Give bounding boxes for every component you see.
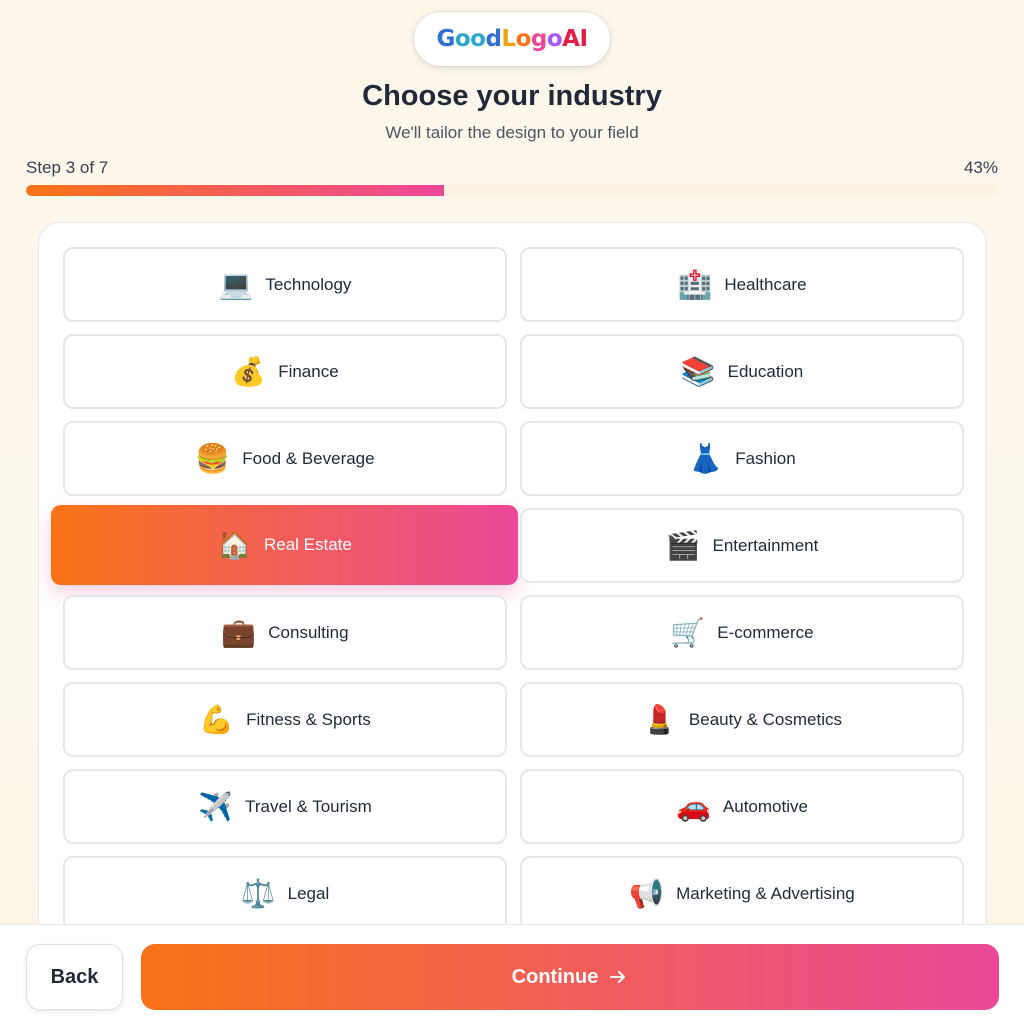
industry-option-education[interactable]: 📚 Education (520, 334, 964, 409)
industry-option-finance[interactable]: 💰 Finance (63, 334, 507, 409)
industry-option-fashion[interactable]: 👗 Fashion (520, 421, 964, 496)
industry-label: Beauty & Cosmetics (688, 709, 842, 729)
industry-emoji-icon: ✈️ (198, 789, 234, 823)
industry-option-fitness-sports[interactable]: 💪 Fitness & Sports (63, 682, 507, 757)
industry-label: Fitness & Sports (246, 709, 371, 729)
industry-emoji-icon: 🎬 (665, 528, 701, 562)
industry-label: Consulting (268, 622, 349, 642)
industry-label: Travel & Tourism (245, 796, 372, 816)
industry-option-real-estate[interactable]: 🏠 Real Estate (51, 505, 518, 585)
goodlogoai-logo: GoodLogoAI (436, 26, 588, 52)
industry-option-legal[interactable]: ⚖️ Legal (63, 856, 507, 931)
industry-emoji-icon: 📢 (629, 876, 665, 910)
industry-emoji-icon: 🏠 (217, 528, 252, 561)
industry-label: Finance (278, 361, 339, 381)
step-indicator: Step 3 of 7 (26, 158, 109, 177)
industry-label: Legal (287, 883, 330, 903)
industry-emoji-icon: 🏥 (677, 267, 713, 301)
industry-label: Automotive (722, 796, 808, 816)
industry-option-marketing-advertising[interactable]: 📢 Marketing & Advertising (520, 856, 964, 931)
industry-label: Healthcare (724, 274, 807, 294)
industry-emoji-icon: 💄 (642, 702, 677, 736)
industry-option-food-beverage[interactable]: 🍔 Food & Beverage (63, 421, 507, 496)
industry-emoji-icon: 📚 (680, 354, 716, 388)
industry-option-healthcare[interactable]: 🏥 Healthcare (520, 247, 964, 322)
industry-label: Fashion (735, 448, 796, 468)
industry-label: Technology (265, 274, 352, 294)
industry-label: Real Estate (263, 535, 352, 554)
industry-label: Marketing & Advertising (676, 883, 855, 903)
progress-fill (26, 185, 444, 196)
industry-option-e-commerce[interactable]: 🛒 E-commerce (520, 595, 964, 670)
industry-emoji-icon: 🛒 (670, 615, 706, 649)
industry-option-automotive[interactable]: 🚗 Automotive (520, 769, 964, 844)
progress-bar (26, 185, 998, 196)
logo-badge: GoodLogoAI (414, 12, 610, 66)
industry-label: E-commerce (717, 622, 814, 642)
continue-label: Continue (511, 965, 599, 988)
industry-emoji-icon: ⚖️ (240, 876, 276, 910)
industry-emoji-icon: 💪 (199, 702, 235, 736)
industry-emoji-icon: 💻 (218, 267, 254, 301)
industry-emoji-icon: 🚗 (676, 789, 711, 823)
industry-label: Entertainment (712, 535, 819, 555)
industry-label: Food & Beverage (242, 448, 375, 468)
industry-emoji-icon: 🍔 (195, 441, 231, 475)
page-title: Choose your industry (362, 80, 662, 112)
industry-option-beauty-cosmetics[interactable]: 💄 Beauty & Cosmetics (520, 682, 964, 757)
page-subtitle: We'll tailor the design to your field (385, 123, 639, 142)
progress-percent: 43% (963, 158, 998, 177)
industry-option-travel-tourism[interactable]: ✈️ Travel & Tourism (63, 769, 507, 844)
industry-option-consulting[interactable]: 💼 Consulting (63, 595, 507, 670)
industry-emoji-icon: 👗 (688, 441, 724, 475)
arrow-right-icon (610, 971, 626, 983)
industry-emoji-icon: 💰 (231, 354, 267, 388)
industry-label: Education (727, 361, 804, 381)
industry-options-card[interactable]: 💻 Technology 🏥 Healthcare 💰 Finance 📚 Education… (38, 222, 987, 982)
industry-option-entertainment[interactable]: 🎬 Entertainment (520, 508, 964, 583)
continue-button[interactable]: Continue (141, 944, 999, 1010)
industry-option-technology[interactable]: 💻 Technology (63, 247, 507, 322)
industry-emoji-icon: 💼 (221, 615, 257, 649)
back-button[interactable]: Back (26, 944, 123, 1010)
footer-bar: Back Continue (0, 924, 1024, 1024)
